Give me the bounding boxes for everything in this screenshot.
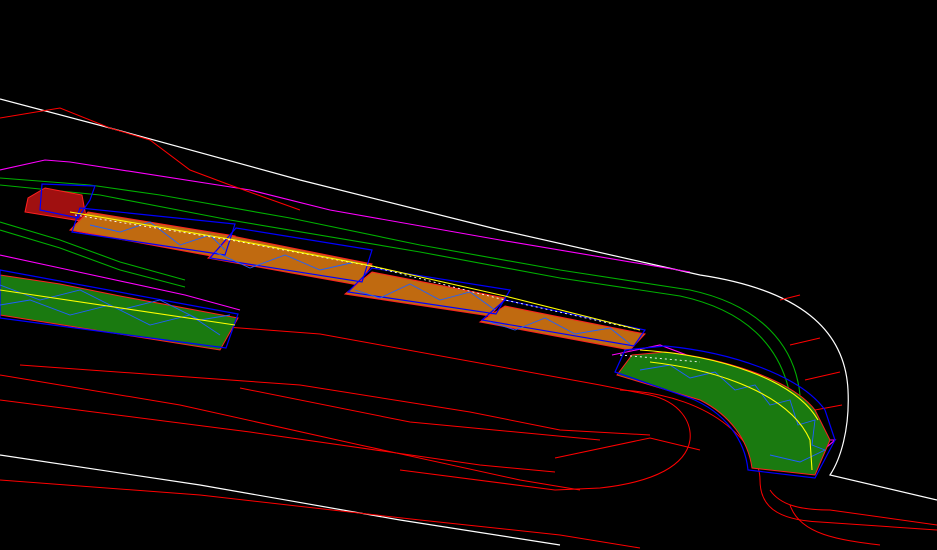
cad-drawing-viewport[interactable] xyxy=(0,0,937,550)
